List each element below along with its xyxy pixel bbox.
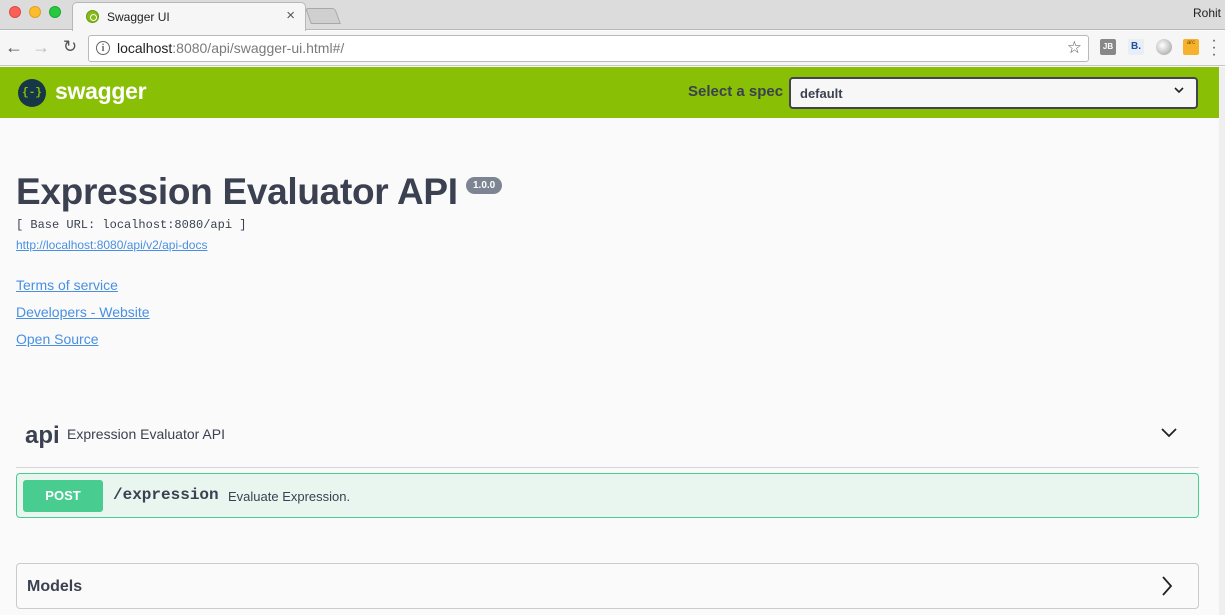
browser-tab-bar: Swagger UI × Rohit [0,0,1225,31]
spec-select[interactable]: default [789,77,1198,109]
api-title: Expression Evaluator API [16,171,458,212]
swagger-logo-icon[interactable]: {-} [18,79,46,107]
forward-arrow-icon[interactable]: → [31,37,51,58]
url-host: localhost [117,40,173,56]
developers-website-link[interactable]: Developers - Website [16,304,150,320]
tag-description: Expression Evaluator API [67,426,225,442]
maximize-window-button[interactable] [49,6,61,18]
new-tab-button[interactable] [305,8,341,24]
operation-path: /expression [113,486,219,504]
models-section[interactable]: Models [16,563,1199,609]
swagger-topbar: {-} swagger Select a spec default [0,67,1219,118]
open-source-link[interactable]: Open Source [16,331,99,347]
tag-header-api[interactable]: api Expression Evaluator API [16,418,1199,468]
address-bar[interactable]: i localhost:8080/api/swagger-ui.html#/ ☆ [88,35,1089,62]
bookmark-star-icon[interactable]: ☆ [1067,38,1082,58]
profile-name[interactable]: Rohit [1193,6,1221,20]
arc-extension-icon[interactable]: arc [1183,39,1199,55]
tag-name: api [25,422,60,449]
operation-summary: Evaluate Expression. [228,489,351,504]
circle-extension-icon[interactable] [1156,39,1172,55]
chevron-down-icon [1174,87,1184,94]
minimize-window-button[interactable] [29,6,41,18]
back-arrow-icon[interactable]: ← [4,37,24,58]
url-text[interactable]: localhost:8080/api/swagger-ui.html#/ [117,40,344,56]
method-badge: POST [23,480,103,512]
chevron-right-icon[interactable] [1161,575,1173,597]
tab-close-icon[interactable]: × [286,7,295,24]
version-badge: 1.0.0 [466,177,503,194]
close-window-button[interactable] [9,6,21,18]
b-extension-icon[interactable]: B. [1128,39,1144,55]
models-title: Models [27,578,83,595]
info-icon[interactable]: i [96,41,110,55]
page-scrollbar[interactable] [1219,67,1225,615]
select-spec-label: Select a spec [688,83,784,100]
reload-icon[interactable]: ↻ [60,37,80,57]
chevron-down-icon[interactable] [1161,426,1177,438]
browser-menu-icon[interactable]: · · · [1209,33,1219,63]
terms-of-service-link[interactable]: Terms of service [16,277,118,293]
tab-title: Swagger UI [107,10,170,24]
browser-toolbar: ← → ↻ i localhost:8080/api/swagger-ui.ht… [0,31,1225,66]
operation-post-expression[interactable]: POST /expression Evaluate Expression. [16,473,1199,518]
url-path: :8080/api/swagger-ui.html#/ [172,40,345,56]
spec-select-value: default [800,86,843,101]
base-url: [ Base URL: localhost:8080/api ] [16,218,247,232]
jb-extension-icon[interactable]: JB [1100,39,1116,55]
api-docs-link[interactable]: http://localhost:8080/api/v2/api-docs [16,238,207,252]
swagger-logo-text[interactable]: swagger [55,78,147,105]
swagger-favicon-icon [86,10,99,23]
browser-tab[interactable]: Swagger UI × [72,2,306,31]
